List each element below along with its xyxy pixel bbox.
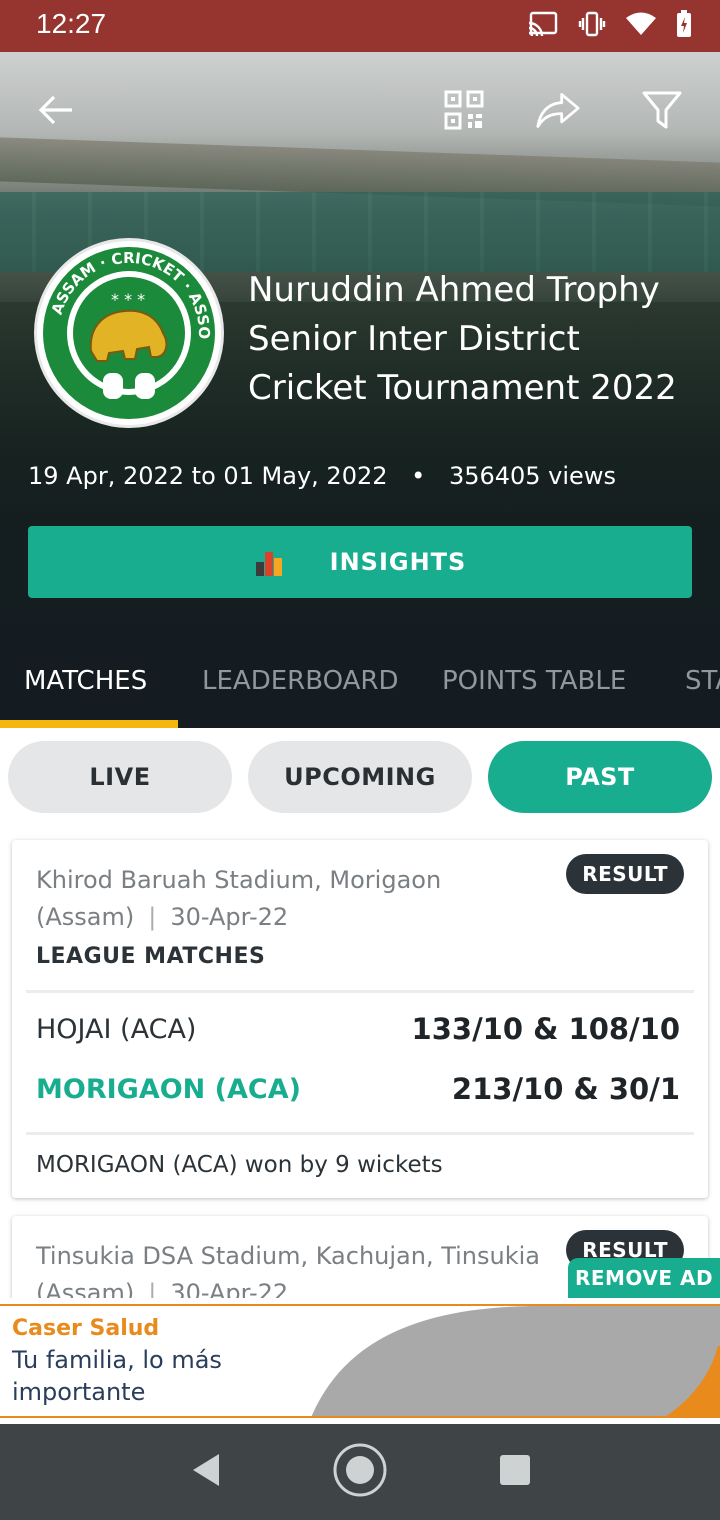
insights-label: INSIGHTS [329,548,467,576]
team-1-name: HOJAI (ACA) [36,1014,197,1045]
tournament-dates: 19 Apr, 2022 to 01 May, 2022 [28,462,388,490]
match-result: MORIGAON (ACA) won by 9 wickets [36,1152,443,1178]
qr-code-button[interactable] [442,88,486,132]
status-bar: 12:27 [0,0,720,52]
triangle-back-icon [193,1454,219,1486]
circle-home-icon [333,1443,387,1497]
match-date: 30-Apr-22 [170,903,289,931]
meta-separator: • [411,462,426,490]
divider [26,990,694,993]
venue-separator: | [148,1279,157,1298]
match-venue-info: Tinsukia DSA Stadium, Kachujan, Tinsukia… [36,1238,566,1298]
assam-cricket-association-logo: ASSAM · CRICKET · ASSOC * * * [39,243,215,419]
filter-icon [642,91,682,129]
tournament-logo: ASSAM · CRICKET · ASSOC * * * [34,238,224,428]
active-tab-indicator [0,720,178,728]
match-date: 30-Apr-22 [170,1279,289,1298]
tab-stats[interactable]: STA [685,666,720,696]
bar-chart-icon [255,552,282,576]
svg-text:* * *: * * * [111,290,145,309]
filter-live[interactable]: LIVE [8,741,232,813]
nav-recents-button[interactable] [499,1454,531,1490]
filter-upcoming[interactable]: UPCOMING [248,741,472,813]
match-stage: LEAGUE MATCHES [36,944,266,969]
filter-button[interactable] [640,88,684,132]
tab-leaderboard[interactable]: LEADERBOARD [202,666,398,696]
qr-code-icon [444,90,484,130]
team-1-score: 133/10 & 108/10 [411,1012,680,1046]
ad-brand: Caser Salud [12,1316,160,1341]
wifi-icon [626,12,656,40]
tournament-meta: 19 Apr, 2022 to 01 May, 2022 • 356405 vi… [28,462,616,490]
back-button[interactable] [34,88,78,132]
filter-past[interactable]: PAST [488,741,712,813]
share-icon [536,93,580,128]
venue-separator: | [148,903,157,931]
title-line-2: Senior Inter District [248,319,580,359]
insights-button[interactable]: INSIGHTS [28,526,692,598]
battery-icon [676,10,692,42]
remove-ad-button[interactable]: REMOVE AD [568,1258,720,1298]
tournament-header: ASSAM · CRICKET · ASSOC * * * Nuruddin A… [0,52,720,728]
tab-matches[interactable]: MATCHES [24,666,147,696]
view-count: 356405 views [448,462,616,490]
vibrate-icon [578,11,606,41]
status-time: 12:27 [36,8,107,39]
ad-graphic [311,1306,720,1416]
tab-points-table[interactable]: POINTS TABLE [442,666,626,696]
ad-tagline: Tu familia, lo más importante [12,1346,222,1406]
ad-banner[interactable]: Caser Salud Tu familia, lo más important… [0,1304,720,1418]
team-2-score: 213/10 & 30/1 [451,1072,680,1106]
status-icons [528,10,692,42]
navigation-bar [0,1424,720,1520]
cast-icon [528,11,558,41]
nav-back-button[interactable] [189,1452,221,1492]
tournament-title: Nuruddin Ahmed Trophy Senior Inter Distr… [248,266,698,413]
divider [26,1132,694,1135]
title-line-1: Nuruddin Ahmed Trophy [248,270,660,310]
tab-bar: MATCHES LEADERBOARD POINTS TABLE STA [0,652,720,728]
square-recents-icon [500,1455,530,1485]
team-2-name: MORIGAON (ACA) [36,1074,301,1105]
back-arrow-icon [38,95,72,125]
nav-home-button[interactable] [331,1441,389,1503]
result-badge: RESULT [566,854,684,894]
match-card[interactable]: Khirod Baruah Stadium, Morigaon (Assam) |… [12,840,708,1198]
share-button[interactable] [536,88,580,132]
match-venue-info: Khirod Baruah Stadium, Morigaon (Assam) |… [36,862,556,936]
title-line-3: Cricket Tournament 2022 [248,368,677,408]
